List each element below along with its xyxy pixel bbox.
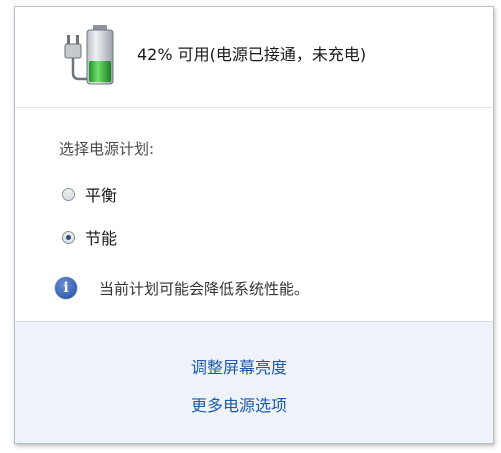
radio-power-saver[interactable] (62, 230, 75, 244)
battery-status-text: 42% 可用(电源已接通，未充电) (137, 45, 367, 64)
adjust-brightness-link[interactable]: 调整屏幕亮度 (191, 354, 287, 378)
plan-option-power-saver[interactable]: 节能 (62, 225, 117, 249)
plan-warning: i 当前计划可能会降低系统性能。 (55, 277, 309, 299)
battery-flyout: 42% 可用(电源已接通，未充电) 选择电源计划: 平衡 节能 i 当前计划可能… (14, 6, 494, 444)
plan-warning-text: 当前计划可能会降低系统性能。 (99, 279, 310, 298)
info-icon: i (55, 277, 77, 299)
power-plan-section: 选择电源计划: 平衡 节能 i 当前计划可能会降低系统性能。 (15, 108, 493, 321)
plan-label-balanced: 平衡 (85, 186, 118, 205)
battery-plugged-icon (64, 25, 114, 85)
battery-status-section: 42% 可用(电源已接通，未充电) (15, 7, 493, 108)
plan-label-power-saver: 节能 (85, 229, 118, 248)
more-power-options-link[interactable]: 更多电源选项 (191, 392, 287, 416)
plan-option-balanced[interactable]: 平衡 (62, 182, 117, 206)
footer-links: 调整屏幕亮度 更多电源选项 (15, 321, 493, 443)
radio-balanced[interactable] (62, 187, 75, 201)
select-plan-label: 选择电源计划: (59, 140, 155, 158)
